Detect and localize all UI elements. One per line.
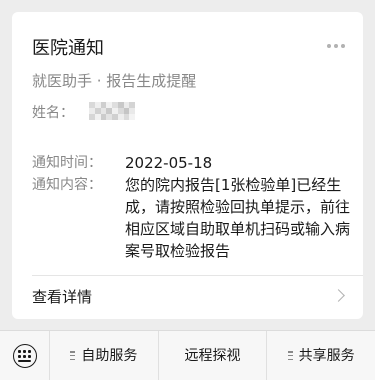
masked-name-value [89,102,135,120]
keyboard-toggle-button[interactable] [0,330,50,380]
time-label: 通知时间： [32,155,102,171]
time-value: 2022-05-18 [125,154,213,172]
menu-item-label: 共享服务 [298,347,355,364]
menu-item-remote-visit[interactable]: 远程探视 [159,330,268,380]
keyboard-icon [12,343,37,368]
chevron-right-icon [332,289,345,302]
card-title: 医院通知 [32,38,104,59]
menu-item-shared-service[interactable]: 共享服务 [267,331,375,380]
submenu-icon [287,351,293,360]
card-subtitle: 就医助手 · 报告生成提醒 [32,72,197,90]
submenu-icon [70,351,76,360]
view-details-link[interactable]: 查看详情 [12,276,363,319]
name-label: 姓名： [32,105,74,121]
menu-item-self-service[interactable]: 自助服务 [50,330,159,380]
bottom-menu-bar: 自助服务 远程探视 共享服务 [0,330,375,380]
content-value: 您的院内报告[1张检验单]已经生成，请按照检验回执单提示，前往相应区域自助取单机… [125,176,351,260]
notification-card: 医院通知 就医助手 · 报告生成提醒 姓名： 通知时间： 2022-05-18 … [12,12,363,319]
menu-item-label: 远程探视 [184,347,241,364]
content-label: 通知内容： [32,177,102,193]
more-options-icon[interactable] [327,44,345,48]
menu-item-label: 自助服务 [81,347,138,364]
view-details-label: 查看详情 [32,288,93,306]
